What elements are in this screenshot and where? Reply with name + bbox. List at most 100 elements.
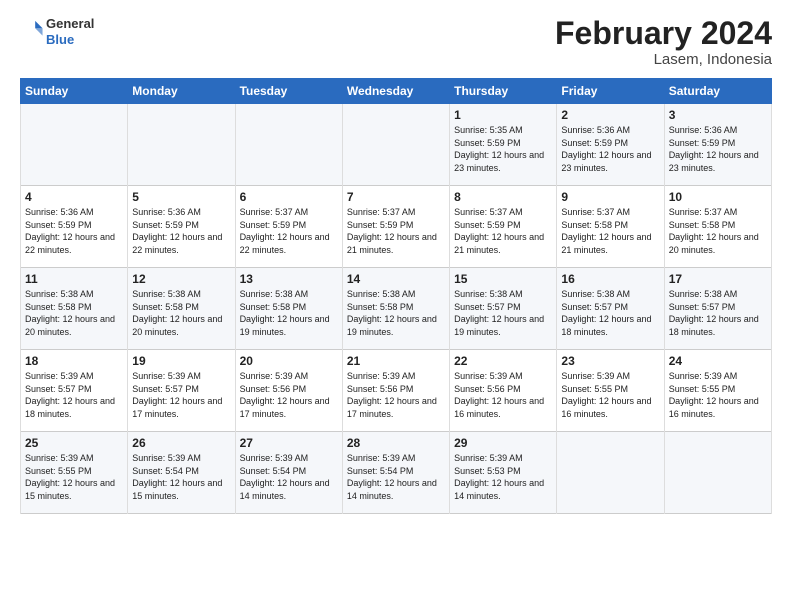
day-info: Sunrise: 5:38 AMSunset: 5:57 PMDaylight:… <box>454 288 552 338</box>
day-number: 16 <box>561 272 659 286</box>
day-number: 14 <box>347 272 445 286</box>
day-cell <box>128 104 235 186</box>
day-number: 29 <box>454 436 552 450</box>
week-row-3: 11 Sunrise: 5:38 AMSunset: 5:58 PMDayligh… <box>21 268 772 350</box>
day-number: 24 <box>669 354 767 368</box>
col-friday: Friday <box>557 79 664 104</box>
day-cell: 29 Sunrise: 5:39 AMSunset: 5:53 PMDayligh… <box>450 432 557 514</box>
day-number: 11 <box>25 272 123 286</box>
day-number: 2 <box>561 108 659 122</box>
logo-icon <box>22 18 44 40</box>
day-info: Sunrise: 5:38 AMSunset: 5:57 PMDaylight:… <box>561 288 659 338</box>
day-info: Sunrise: 5:38 AMSunset: 5:58 PMDaylight:… <box>240 288 338 338</box>
day-cell: 14 Sunrise: 5:38 AMSunset: 5:58 PMDayligh… <box>342 268 449 350</box>
day-info: Sunrise: 5:39 AMSunset: 5:54 PMDaylight:… <box>132 452 230 502</box>
day-number: 19 <box>132 354 230 368</box>
day-cell: 11 Sunrise: 5:38 AMSunset: 5:58 PMDayligh… <box>21 268 128 350</box>
day-info: Sunrise: 5:36 AMSunset: 5:59 PMDaylight:… <box>561 124 659 174</box>
calendar-header: Sunday Monday Tuesday Wednesday Thursday… <box>21 79 772 104</box>
col-sunday: Sunday <box>21 79 128 104</box>
week-row-1: 1 Sunrise: 5:35 AMSunset: 5:59 PMDaylight… <box>21 104 772 186</box>
day-cell: 20Sunrise: 5:39 AMSunset: 5:56 PMDayligh… <box>235 350 342 432</box>
day-number: 6 <box>240 190 338 204</box>
col-tuesday: Tuesday <box>235 79 342 104</box>
day-cell: 22 Sunrise: 5:39 AMSunset: 5:56 PMDayligh… <box>450 350 557 432</box>
title-block: February 2024 Lasem, Indonesia <box>555 16 772 68</box>
day-number: 23 <box>561 354 659 368</box>
day-cell: 24 Sunrise: 5:39 AMSunset: 5:55 PMDayligh… <box>664 350 771 432</box>
day-info: Sunrise: 5:38 AMSunset: 5:58 PMDaylight:… <box>347 288 445 338</box>
day-number: 22 <box>454 354 552 368</box>
day-cell: 1 Sunrise: 5:35 AMSunset: 5:59 PMDaylight… <box>450 104 557 186</box>
day-info: Sunrise: 5:39 AMSunset: 5:56 PMDaylight:… <box>454 370 552 420</box>
day-info: Sunrise: 5:38 AMSunset: 5:58 PMDaylight:… <box>25 288 123 338</box>
day-cell <box>235 104 342 186</box>
day-number: 20 <box>240 354 338 368</box>
day-number: 26 <box>132 436 230 450</box>
day-cell: 27Sunrise: 5:39 AMSunset: 5:54 PMDayligh… <box>235 432 342 514</box>
day-cell: 15 Sunrise: 5:38 AMSunset: 5:57 PMDayligh… <box>450 268 557 350</box>
logo-blue: Blue <box>46 32 94 48</box>
day-cell: 21 Sunrise: 5:39 AMSunset: 5:56 PMDayligh… <box>342 350 449 432</box>
location-subtitle: Lasem, Indonesia <box>555 51 772 68</box>
day-info: Sunrise: 5:35 AMSunset: 5:59 PMDaylight:… <box>454 124 552 174</box>
day-info: Sunrise: 5:37 AMSunset: 5:59 PMDaylight:… <box>240 206 338 256</box>
day-info: Sunrise: 5:39 AMSunset: 5:56 PMDaylight:… <box>347 370 445 420</box>
calendar-table: Sunday Monday Tuesday Wednesday Thursday… <box>20 78 772 514</box>
day-number: 3 <box>669 108 767 122</box>
day-info: Sunrise: 5:38 AMSunset: 5:57 PMDaylight:… <box>669 288 767 338</box>
day-info: Sunrise: 5:39 AMSunset: 5:54 PMDaylight:… <box>347 452 445 502</box>
day-number: 21 <box>347 354 445 368</box>
day-cell: 28 Sunrise: 5:39 AMSunset: 5:54 PMDayligh… <box>342 432 449 514</box>
day-number: 4 <box>25 190 123 204</box>
day-cell: 7 Sunrise: 5:37 AMSunset: 5:59 PMDaylight… <box>342 186 449 268</box>
header-row: Sunday Monday Tuesday Wednesday Thursday… <box>21 79 772 104</box>
day-number: 12 <box>132 272 230 286</box>
day-info: Sunrise: 5:39 AMSunset: 5:57 PMDaylight:… <box>132 370 230 420</box>
day-cell: 19 Sunrise: 5:39 AMSunset: 5:57 PMDayligh… <box>128 350 235 432</box>
day-cell: 10 Sunrise: 5:37 AMSunset: 5:58 PMDayligh… <box>664 186 771 268</box>
day-number: 25 <box>25 436 123 450</box>
day-info: Sunrise: 5:39 AMSunset: 5:54 PMDaylight:… <box>240 452 338 502</box>
day-cell: 23 Sunrise: 5:39 AMSunset: 5:55 PMDayligh… <box>557 350 664 432</box>
day-number: 18 <box>25 354 123 368</box>
day-info: Sunrise: 5:36 AMSunset: 5:59 PMDaylight:… <box>669 124 767 174</box>
col-wednesday: Wednesday <box>342 79 449 104</box>
day-info: Sunrise: 5:37 AMSunset: 5:59 PMDaylight:… <box>347 206 445 256</box>
day-cell: 9Sunrise: 5:37 AMSunset: 5:58 PMDaylight… <box>557 186 664 268</box>
header: General Blue February 2024 Lasem, Indone… <box>20 16 772 68</box>
day-cell: 16 Sunrise: 5:38 AMSunset: 5:57 PMDayligh… <box>557 268 664 350</box>
day-info: Sunrise: 5:37 AMSunset: 5:59 PMDaylight:… <box>454 206 552 256</box>
day-cell: 17 Sunrise: 5:38 AMSunset: 5:57 PMDayligh… <box>664 268 771 350</box>
page-container: General Blue February 2024 Lasem, Indone… <box>0 0 792 524</box>
day-info: Sunrise: 5:37 AMSunset: 5:58 PMDaylight:… <box>669 206 767 256</box>
day-info: Sunrise: 5:39 AMSunset: 5:53 PMDaylight:… <box>454 452 552 502</box>
day-number: 17 <box>669 272 767 286</box>
day-number: 15 <box>454 272 552 286</box>
week-row-4: 18 Sunrise: 5:39 AMSunset: 5:57 PMDayligh… <box>21 350 772 432</box>
day-number: 28 <box>347 436 445 450</box>
day-number: 7 <box>347 190 445 204</box>
day-cell: 3 Sunrise: 5:36 AMSunset: 5:59 PMDaylight… <box>664 104 771 186</box>
day-cell <box>21 104 128 186</box>
day-cell: 8Sunrise: 5:37 AMSunset: 5:59 PMDaylight… <box>450 186 557 268</box>
day-cell <box>557 432 664 514</box>
day-cell <box>342 104 449 186</box>
day-info: Sunrise: 5:39 AMSunset: 5:55 PMDaylight:… <box>669 370 767 420</box>
day-cell: 25Sunrise: 5:39 AMSunset: 5:55 PMDayligh… <box>21 432 128 514</box>
col-monday: Monday <box>128 79 235 104</box>
day-info: Sunrise: 5:37 AMSunset: 5:58 PMDaylight:… <box>561 206 659 256</box>
week-row-2: 4Sunrise: 5:36 AMSunset: 5:59 PMDaylight… <box>21 186 772 268</box>
day-info: Sunrise: 5:39 AMSunset: 5:57 PMDaylight:… <box>25 370 123 420</box>
day-number: 10 <box>669 190 767 204</box>
day-cell: 4Sunrise: 5:36 AMSunset: 5:59 PMDaylight… <box>21 186 128 268</box>
col-saturday: Saturday <box>664 79 771 104</box>
day-number: 13 <box>240 272 338 286</box>
day-cell: 6 Sunrise: 5:37 AMSunset: 5:59 PMDaylight… <box>235 186 342 268</box>
day-cell: 2 Sunrise: 5:36 AMSunset: 5:59 PMDaylight… <box>557 104 664 186</box>
day-number: 1 <box>454 108 552 122</box>
logo-general: General <box>46 16 94 32</box>
col-thursday: Thursday <box>450 79 557 104</box>
day-info: Sunrise: 5:39 AMSunset: 5:55 PMDaylight:… <box>561 370 659 420</box>
day-number: 5 <box>132 190 230 204</box>
